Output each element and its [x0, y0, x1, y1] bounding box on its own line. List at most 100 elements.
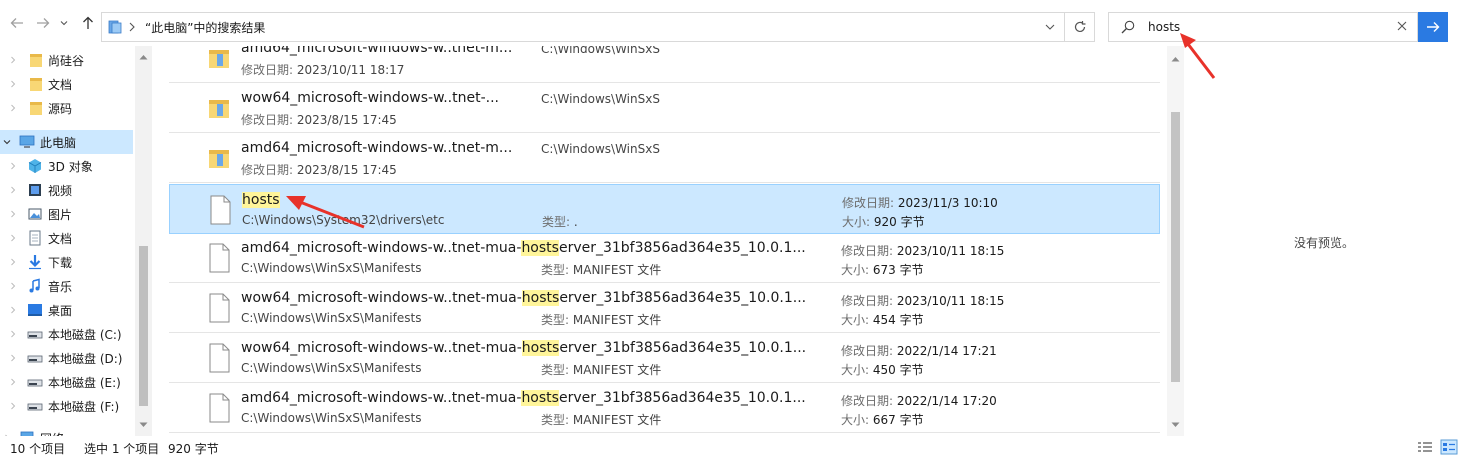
sidebar-item-documents[interactable]: 文档 [0, 226, 135, 250]
sidebar-item-source[interactable]: 源码 [0, 96, 135, 120]
result-name: amd64_microsoft-windows-w..tnet-mua-host… [241, 390, 806, 406]
result-row[interactable]: amd64_microsoft-windows-w..tnet-mua-host… [169, 233, 1160, 283]
recent-locations-button[interactable] [58, 14, 70, 32]
document-icon [29, 230, 41, 246]
result-modified: 修改日期: 2023/8/15 17:45 [241, 163, 397, 177]
chevron-up-icon [1171, 57, 1180, 62]
search-go-button[interactable] [1418, 12, 1448, 42]
results-scrollbar[interactable] [1167, 46, 1184, 436]
search-query: hosts [1148, 20, 1181, 34]
result-name: wow64_microsoft-windows-w..tnet-mua-host… [241, 290, 807, 306]
result-type: 类型: MANIFEST 文件 [541, 313, 662, 327]
result-modified: 修改日期: 2023/10/11 18:15 [841, 244, 1005, 258]
folder-icon [209, 50, 229, 68]
navigation-pane: 尚硅谷 文档 源码 此电脑 3D 对象 视频 图片 文档 下载 音乐 桌面 本地… [0, 46, 152, 436]
folder-icon [209, 100, 229, 118]
arrow-left-icon [10, 18, 23, 28]
chevron-down-icon [60, 21, 68, 26]
sidebar-item-downloads[interactable]: 下载 [0, 250, 135, 274]
sidebar-item-music[interactable]: 音乐 [0, 274, 135, 298]
sidebar-item-3d-objects[interactable]: 3D 对象 [0, 154, 135, 178]
chevron-right-icon [11, 162, 16, 170]
chevron-down-icon [3, 140, 11, 145]
chevron-up-icon [139, 55, 148, 60]
sidebar-item-label: 本地磁盘 (C:) [48, 327, 122, 342]
sidebar-item-network[interactable]: 网络 [0, 426, 135, 436]
chevron-right-icon [11, 378, 16, 386]
hard-drive-icon [27, 403, 43, 411]
chevron-right-icon [11, 234, 16, 242]
result-modified: 修改日期: 2023/10/11 18:15 [841, 294, 1005, 308]
address-path: “此电脑”中的搜索结果 [145, 21, 266, 35]
search-icon [1121, 20, 1135, 34]
chevron-right-icon [11, 210, 16, 218]
selection-size: 920 字节 [168, 442, 219, 456]
result-row-hosts-selected[interactable]: hosts C:\Windows\System32\drivers\etc 类型… [169, 184, 1160, 234]
sidebar-item-label: 源码 [48, 101, 73, 116]
chevron-down-icon[interactable] [1044, 21, 1056, 33]
scroll-down-arrow[interactable] [138, 420, 149, 430]
sidebar-item-drive-c[interactable]: 本地磁盘 (C:) [0, 322, 135, 346]
chevron-right-icon [129, 22, 135, 32]
sidebar-item-pictures[interactable]: 图片 [0, 202, 135, 226]
no-preview-text: 没有预览。 [1294, 236, 1355, 250]
chevron-down-icon [1171, 422, 1180, 427]
result-size: 大小: 673 字节 [841, 263, 924, 277]
result-modified: 修改日期: 2023/11/3 10:10 [842, 196, 998, 210]
forward-button[interactable] [34, 14, 52, 32]
hard-drive-icon [27, 331, 43, 339]
arrow-up-icon [83, 16, 93, 29]
results-scroll-thumb[interactable] [1171, 112, 1180, 382]
result-row[interactable]: wow64_microsoft-windows-w..tnet-... 修改日期… [169, 83, 1160, 133]
result-row[interactable]: wow64_microsoft-windows-w..tnet-mua-host… [169, 283, 1160, 333]
result-name: amd64_microsoft-windows-w..tnet-mua-host… [241, 240, 806, 256]
result-row[interactable]: amd64_microsoft-windows-w..tnet-mua-host… [169, 383, 1160, 433]
sidebar-scroll-thumb[interactable] [139, 246, 148, 406]
result-size: 大小: 450 字节 [841, 363, 924, 377]
sidebar-item-drive-f[interactable]: 本地磁盘 (F:) [0, 394, 135, 418]
result-type: 类型: MANIFEST 文件 [541, 413, 662, 427]
download-icon [29, 255, 41, 270]
chevron-right-icon [11, 80, 16, 88]
search-input[interactable]: hosts [1108, 12, 1418, 42]
file-explorer-window: “此电脑”中的搜索结果 hosts 尚硅谷 文档 源码 此电脑 3D 对象 视频… [0, 0, 1462, 459]
search-results-list: amd64_microsoft-windows-w..tnet-m... 修改日… [152, 46, 1184, 436]
close-icon[interactable] [1395, 19, 1409, 33]
result-size: 大小: 454 字节 [841, 313, 924, 327]
result-name: hosts [242, 192, 280, 208]
scroll-up-arrow[interactable] [1170, 54, 1181, 64]
file-icon [209, 393, 230, 423]
back-button[interactable] [8, 14, 26, 32]
result-name: amd64_microsoft-windows-w..tnet-m... [241, 46, 513, 56]
result-name: wow64_microsoft-windows-w..tnet-... [241, 90, 499, 106]
result-row[interactable]: amd64_microsoft-windows-w..tnet-m... 修改日… [169, 46, 1160, 83]
sidebar-item-drive-d[interactable]: 本地磁盘 (D:) [0, 346, 135, 370]
result-type: 类型: MANIFEST 文件 [541, 263, 662, 277]
selection-count: 选中 1 个项目 [84, 442, 160, 456]
sidebar-item-shangguigu[interactable]: 尚硅谷 [0, 48, 135, 72]
sidebar-item-label: 本地磁盘 (D:) [48, 351, 123, 366]
address-bar[interactable]: “此电脑”中的搜索结果 [101, 12, 1065, 42]
sidebar-item-desktop[interactable]: 桌面 [0, 298, 135, 322]
sidebar-item-this-pc[interactable]: 此电脑 [0, 130, 133, 154]
sidebar-item-videos[interactable]: 视频 [0, 178, 135, 202]
sidebar-item-label: 本地磁盘 (F:) [48, 399, 120, 414]
sidebar-scrollbar[interactable] [135, 46, 152, 436]
scroll-down-arrow[interactable] [1170, 420, 1181, 430]
tiles-view-icon[interactable] [1440, 439, 1458, 455]
result-path: C:\Windows\System32\drivers\etc [242, 213, 445, 227]
chevron-down-icon [139, 422, 148, 427]
file-icon [209, 293, 230, 323]
sidebar-item-drive-e[interactable]: 本地磁盘 (E:) [0, 370, 135, 394]
result-row[interactable]: wow64_microsoft-windows-w..tnet-mua-host… [169, 333, 1160, 383]
result-row[interactable]: amd64_microsoft-windows-w..tnet-m... 修改日… [169, 133, 1160, 183]
result-type: 类型: MANIFEST 文件 [541, 363, 662, 377]
folder-icon [30, 102, 42, 115]
up-button[interactable] [79, 14, 97, 32]
result-modified: 修改日期: 2022/1/14 17:20 [841, 394, 997, 408]
details-view-icon[interactable] [1416, 439, 1434, 455]
refresh-button[interactable] [1065, 12, 1095, 42]
sidebar-item-documents-quick[interactable]: 文档 [0, 72, 135, 96]
result-path: C:\Windows\WinSxS\Manifests [241, 311, 422, 325]
scroll-up-arrow[interactable] [138, 52, 149, 62]
